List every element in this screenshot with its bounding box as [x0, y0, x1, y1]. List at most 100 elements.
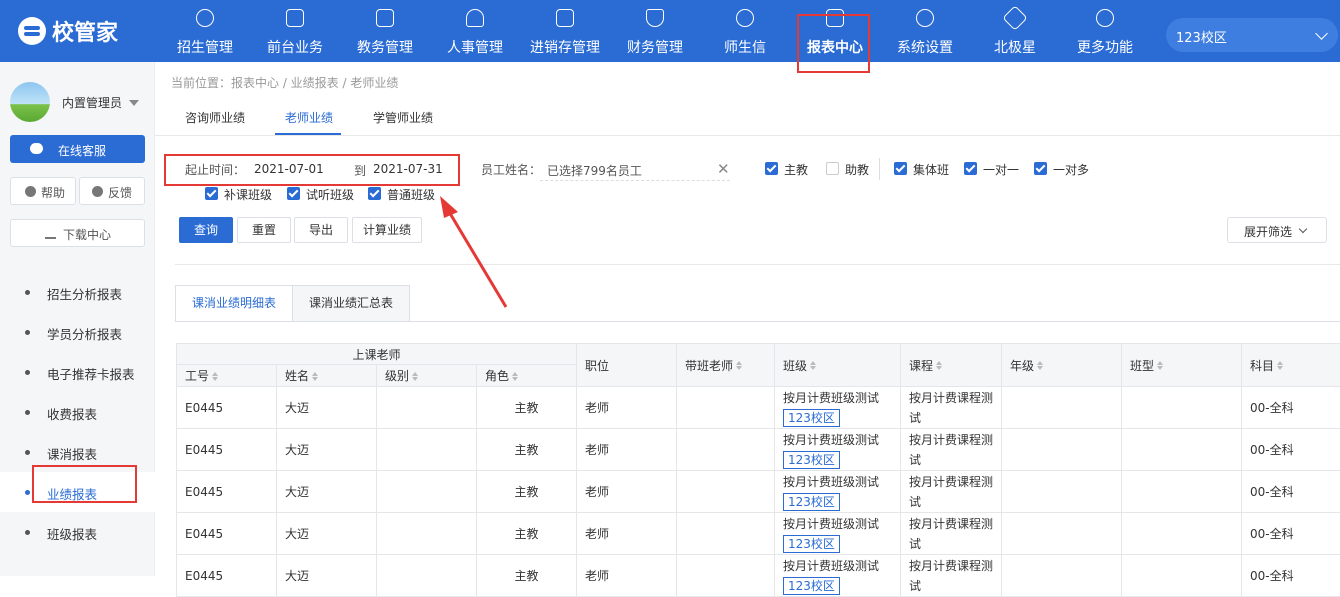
cell-subject: 00-全科 — [1242, 387, 1340, 429]
column-header-class-type[interactable]: 班型 — [1122, 344, 1242, 387]
campus-tag: 123校区 — [783, 451, 840, 469]
date-to-label: 到 — [354, 162, 366, 179]
cell-class: 按月计费班级测试123校区 — [775, 387, 901, 429]
online-service-button[interactable]: 在线客服 — [10, 135, 145, 163]
nav-item-messages[interactable]: 师生信 — [700, 0, 790, 62]
checkbox-checked-icon — [1034, 162, 1047, 175]
sort-icon[interactable] — [212, 377, 218, 381]
nav-item-report-center[interactable]: 报表中心 — [790, 0, 880, 62]
date-start-input[interactable]: 2021-07-01 — [254, 162, 324, 176]
sort-icon[interactable] — [736, 366, 742, 370]
table-row[interactable]: E0445大迈主教老师按月计费班级测试123校区按月计费课程测试00-全科 — [177, 513, 1340, 555]
column-header-position[interactable]: 职位 — [577, 344, 677, 387]
brand-logo[interactable]: 校管家 — [18, 14, 118, 48]
date-end-input[interactable]: 2021-07-31 — [373, 162, 443, 176]
nav-item-hr[interactable]: 人事管理 — [430, 0, 520, 62]
cell-class-type — [1122, 387, 1242, 429]
cell-name: 大迈 — [277, 513, 377, 555]
nav-item-academic[interactable]: 教务管理 — [340, 0, 430, 62]
cell-head-teacher — [677, 513, 775, 555]
cell-subject: 00-全科 — [1242, 429, 1340, 471]
column-header-class[interactable]: 班级 — [775, 344, 901, 387]
nav-item-inventory[interactable]: 进销存管理 — [520, 0, 610, 62]
sidebar-item-consumption[interactable]: 课消报表 — [0, 432, 155, 472]
sort-icon[interactable] — [1277, 366, 1283, 370]
cell-level — [377, 471, 477, 513]
cell-grade — [1002, 513, 1122, 555]
tab-consultant-performance[interactable]: 咨询师业绩 — [185, 109, 245, 126]
column-header-role[interactable]: 角色 — [477, 365, 577, 387]
checkbox-checked-icon — [765, 162, 778, 175]
column-header-subject[interactable]: 科目 — [1242, 344, 1340, 387]
table-row[interactable]: E0445大迈主教老师按月计费班级测试123校区按月计费课程测试00-全科 — [177, 471, 1340, 513]
column-header-id[interactable]: 工号 — [177, 365, 277, 387]
column-header-level[interactable]: 级别 — [377, 365, 477, 387]
cell-class-name: 按月计费班级测试 — [783, 514, 892, 534]
column-header-name[interactable]: 姓名 — [277, 365, 377, 387]
cell-course: 按月计费课程测试 — [901, 513, 1002, 555]
employee-select-input[interactable]: 已选择799名员工 — [547, 162, 642, 179]
tab-manager-performance[interactable]: 学管师业绩 — [373, 109, 433, 126]
nav-item-enrollment[interactable]: 招生管理 — [160, 0, 250, 62]
checkbox-checked-icon — [894, 162, 907, 175]
breadcrumb: 当前位置：报表中心 / 业绩报表 / 老师业绩 — [171, 74, 398, 91]
export-button[interactable]: 导出 — [294, 217, 348, 243]
user-name[interactable]: 内置管理员 — [62, 94, 122, 111]
clear-icon[interactable]: ✕ — [717, 160, 730, 178]
sort-icon[interactable] — [512, 377, 518, 381]
calculate-performance-button[interactable]: 计算业绩 — [352, 217, 422, 243]
sidebar-item-referral-card[interactable]: 电子推荐卡报表 — [0, 352, 155, 392]
sidebar-item-fees[interactable]: 收费报表 — [0, 392, 155, 432]
help-button[interactable]: 帮助 — [10, 177, 76, 205]
sidebar-item-student-analysis[interactable]: 学员分析报表 — [0, 312, 155, 352]
cell-head-teacher — [677, 429, 775, 471]
bullet-icon — [25, 450, 30, 455]
cell-class-name: 按月计费班级测试 — [783, 430, 892, 450]
nav-item-settings[interactable]: 系统设置 — [880, 0, 970, 62]
avatar[interactable] — [10, 82, 50, 122]
cell-role: 主教 — [477, 429, 577, 471]
cell-grade — [1002, 471, 1122, 513]
user-menu-caret-icon[interactable] — [129, 100, 139, 111]
nav-item-front-desk[interactable]: 前台业务 — [250, 0, 340, 62]
campus-tag: 123校区 — [783, 577, 840, 595]
table-row[interactable]: E0445大迈主教老师按月计费班级测试123校区按月计费课程测试00-全科 — [177, 429, 1340, 471]
sort-icon[interactable] — [412, 377, 418, 381]
tab-teacher-performance[interactable]: 老师业绩 — [285, 109, 333, 126]
campus-selector[interactable]: 123校区 — [1166, 18, 1338, 52]
sidebar-item-performance[interactable]: 业绩报表 — [0, 472, 155, 512]
chevron-down-icon — [1299, 225, 1307, 233]
sort-icon[interactable] — [1037, 366, 1043, 370]
column-header-grade[interactable]: 年级 — [1002, 344, 1122, 387]
cell-class: 按月计费班级测试123校区 — [775, 513, 901, 555]
sidebar-item-enrollment-analysis[interactable]: 招生分析报表 — [0, 272, 155, 312]
cell-class: 按月计费班级测试123校区 — [775, 429, 901, 471]
sort-icon[interactable] — [936, 366, 942, 370]
reset-button[interactable]: 重置 — [237, 217, 291, 243]
feedback-button[interactable]: 反馈 — [79, 177, 145, 205]
campus-selector-value: 123校区 — [1176, 31, 1227, 46]
query-button[interactable]: 查询 — [179, 217, 233, 243]
sort-icon[interactable] — [1157, 366, 1163, 370]
cell-head-teacher — [677, 387, 775, 429]
person-add-icon — [196, 9, 214, 27]
bullet-icon — [25, 290, 30, 295]
subtab-consumption-summary[interactable]: 课消业绩汇总表 — [292, 285, 410, 322]
subtab-consumption-detail[interactable]: 课消业绩明细表 — [175, 285, 293, 322]
expand-filters-button[interactable]: 展开筛选 — [1227, 217, 1327, 243]
sidebar-item-class[interactable]: 班级报表 — [0, 512, 155, 552]
nav-item-finance[interactable]: 财务管理 — [610, 0, 700, 62]
nav-item-polaris[interactable]: 北极星 — [970, 0, 1060, 62]
checkbox-checked-icon — [205, 187, 218, 200]
sort-icon[interactable] — [312, 377, 318, 381]
column-header-course[interactable]: 课程 — [901, 344, 1002, 387]
main-content: 当前位置：报表中心 / 业绩报表 / 老师业绩 咨询师业绩 老师业绩 学管师业绩… — [155, 62, 1340, 576]
question-icon — [25, 186, 36, 197]
sort-icon[interactable] — [810, 366, 816, 370]
cell-level — [377, 429, 477, 471]
table-row[interactable]: E0445大迈主教老师按月计费班级测试123校区按月计费课程测试00-全科 — [177, 387, 1340, 429]
nav-item-more[interactable]: 更多功能 — [1060, 0, 1150, 62]
cell-class-type — [1122, 471, 1242, 513]
column-header-head-teacher[interactable]: 带班老师 — [677, 344, 775, 387]
download-center-button[interactable]: 下载中心 — [10, 219, 145, 247]
